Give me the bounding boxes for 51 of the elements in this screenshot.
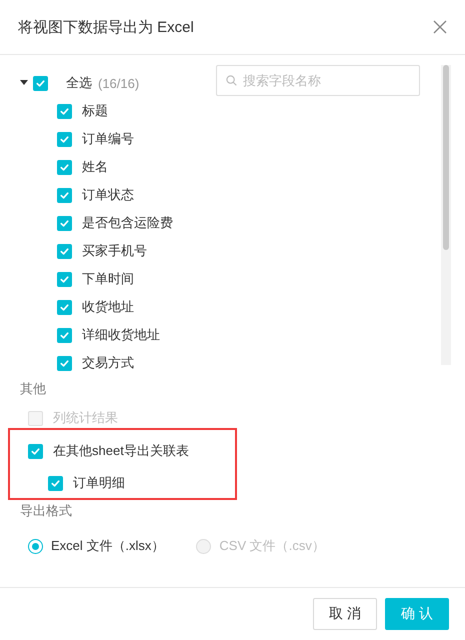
option-label: 在其他sheet导出关联表	[53, 442, 189, 460]
radio-button[interactable]	[28, 538, 43, 554]
check-icon	[59, 106, 70, 116]
check-icon	[59, 246, 70, 256]
field-label: 详细收货地址	[82, 326, 160, 344]
field-label: 姓名	[82, 158, 108, 176]
section-heading: 其他	[20, 380, 47, 398]
checkbox[interactable]	[57, 160, 72, 174]
field-label: 买家手机号	[82, 242, 147, 260]
close-icon[interactable]	[433, 20, 447, 34]
check-icon	[59, 274, 70, 284]
cancel-button[interactable]: 取 消	[313, 598, 377, 630]
checkbox[interactable]	[57, 188, 72, 202]
field-label: 收货地址	[82, 298, 134, 316]
checkbox[interactable]	[57, 356, 72, 370]
checkbox[interactable]	[57, 244, 72, 258]
field-label: 订单状态	[82, 186, 134, 204]
checkbox[interactable]	[57, 132, 72, 146]
checkbox[interactable]	[57, 272, 72, 286]
check-icon	[59, 302, 70, 312]
check-icon	[59, 358, 70, 368]
checkbox[interactable]	[48, 476, 63, 490]
section-heading: 导出格式	[20, 502, 73, 520]
option-label: 订单明细	[73, 474, 125, 492]
field-label: 是否包含运险费	[82, 214, 173, 232]
option-label: Excel 文件（.xlsx）	[51, 537, 164, 555]
checkbox[interactable]	[57, 300, 72, 314]
dialog-title: 将视图下数据导出为 Excel	[18, 18, 194, 36]
check-icon	[59, 330, 70, 340]
checkbox[interactable]	[57, 328, 72, 342]
check-icon	[35, 78, 46, 88]
check-icon	[59, 218, 70, 228]
check-icon	[50, 478, 61, 488]
field-label: 全选	[66, 74, 92, 92]
search-field[interactable]: 搜索字段名称	[216, 65, 420, 96]
checkbox[interactable]	[33, 76, 48, 90]
field-label: 订单编号	[82, 130, 134, 148]
field-label: 标题	[82, 102, 108, 120]
check-icon	[59, 190, 70, 200]
checkbox[interactable]	[28, 444, 43, 458]
check-icon	[30, 446, 41, 456]
check-icon	[59, 134, 70, 144]
check-icon	[59, 162, 70, 172]
scrollbar[interactable]	[441, 65, 451, 365]
field-label: 下单时间	[82, 270, 134, 288]
option-label: CSV 文件（.csv）	[219, 537, 325, 555]
option-label: 列统计结果	[53, 409, 118, 427]
field-count: (16/16)	[98, 76, 140, 90]
checkbox[interactable]	[57, 216, 72, 230]
checkbox[interactable]	[57, 104, 72, 118]
field-label: 交易方式	[82, 354, 134, 372]
